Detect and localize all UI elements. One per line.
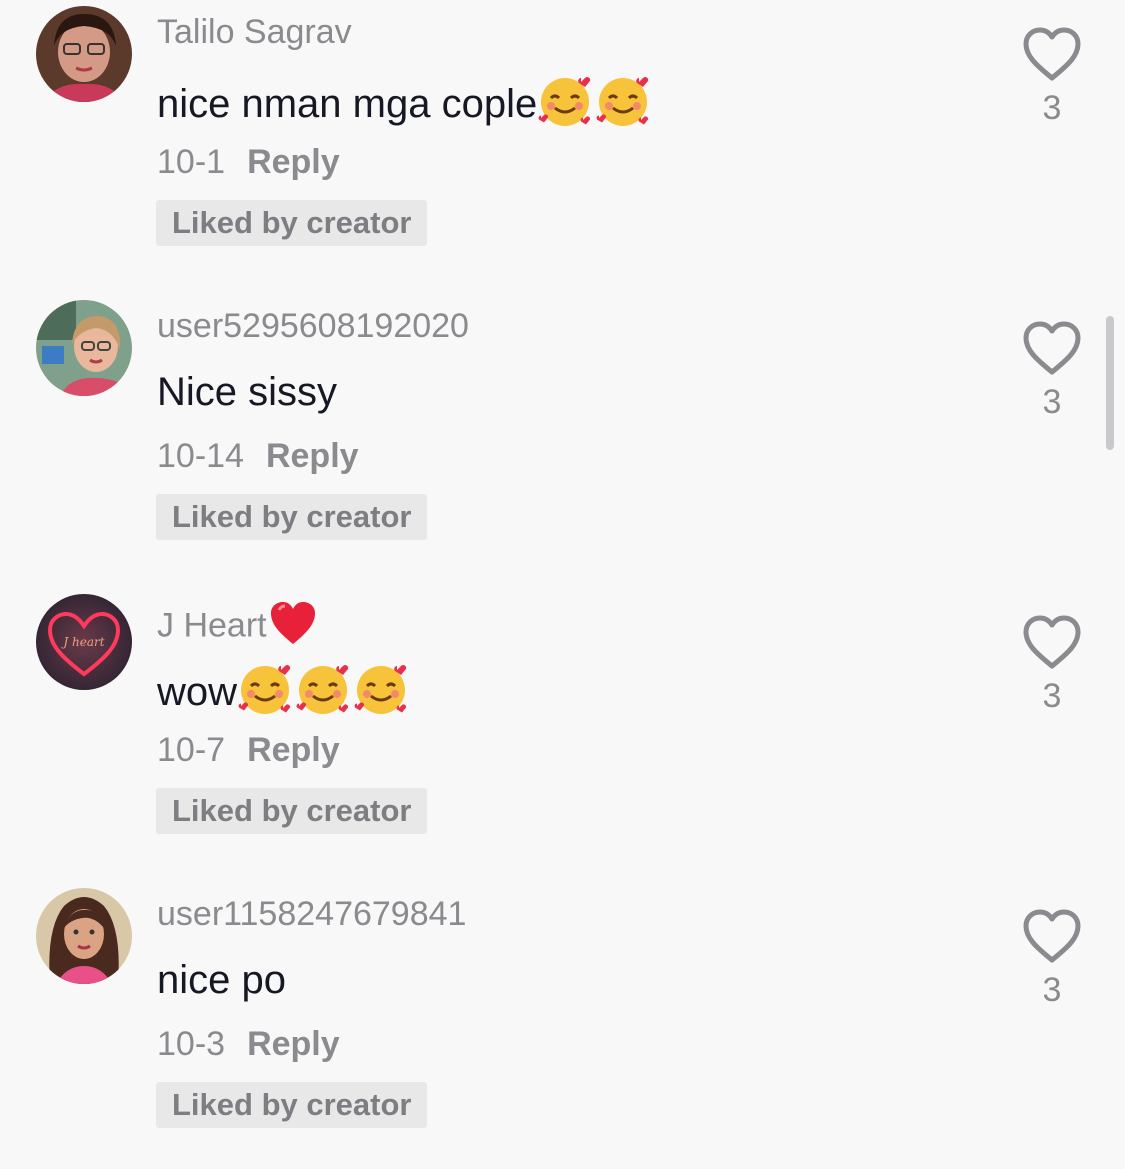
scrollbar[interactable] xyxy=(1106,316,1114,450)
like-count: 3 xyxy=(1042,677,1062,715)
like-button[interactable] xyxy=(1022,614,1082,670)
like-button[interactable] xyxy=(1022,320,1082,376)
comment-meta: 10-7 Reply xyxy=(157,730,340,770)
smiling-face-with-hearts-emoji xyxy=(295,662,353,727)
like-button[interactable] xyxy=(1022,908,1082,964)
avatar-image xyxy=(36,300,132,396)
reply-button[interactable]: Reply xyxy=(266,437,359,475)
comment-list: Talilo Sagrav nice nman mga cople 10-1 Re… xyxy=(0,0,1125,1169)
like-count: 3 xyxy=(1042,971,1062,1009)
comment-text: Nice sissy xyxy=(157,370,338,414)
comment-date: 10-3 xyxy=(157,1025,226,1063)
avatar[interactable] xyxy=(36,888,132,984)
liked-by-creator-badge: Liked by creator xyxy=(156,494,428,540)
comment-date: 10-14 xyxy=(157,437,244,475)
comment-date: 10-7 xyxy=(157,731,226,769)
comment-item: user1158247679841 nice po 10-3 Reply Like… xyxy=(0,882,1125,1169)
comment-item: Talilo Sagrav nice nman mga cople 10-1 Re… xyxy=(0,0,1125,294)
heart-outline-icon xyxy=(1023,321,1081,375)
liked-by-creator-badge: Liked by creator xyxy=(156,200,428,246)
reply-button[interactable]: Reply xyxy=(247,1025,340,1063)
smiling-face-with-hearts-emoji xyxy=(595,74,653,139)
comment-meta: 10-1 Reply xyxy=(157,142,340,182)
heart-outline-icon xyxy=(1023,615,1081,669)
heart-outline-icon xyxy=(1023,27,1081,81)
red-heart-emoji xyxy=(269,600,317,655)
comment-text: wow xyxy=(157,662,411,727)
liked-by-creator-badge: Liked by creator xyxy=(156,1082,428,1128)
comment-meta: 10-14 Reply xyxy=(157,436,359,476)
comment-username[interactable]: Talilo Sagrav xyxy=(157,12,352,52)
avatar-logo-text: J heart xyxy=(60,635,104,649)
reply-button[interactable]: Reply xyxy=(247,731,340,769)
heart-outline-icon xyxy=(1023,909,1081,963)
comment-text: nice po xyxy=(157,958,286,1002)
comment-item: J heart J Heart wow 10-7 Reply Liked by c… xyxy=(0,588,1125,882)
like-count: 3 xyxy=(1042,89,1062,127)
avatar-image xyxy=(36,6,132,102)
avatar-image: J heart xyxy=(36,594,132,690)
comment-date: 10-1 xyxy=(157,143,226,181)
avatar[interactable]: J heart xyxy=(36,594,132,690)
comment-username[interactable]: user1158247679841 xyxy=(157,894,466,934)
liked-by-creator-badge: Liked by creator xyxy=(156,788,428,834)
comment-meta: 10-3 Reply xyxy=(157,1024,340,1064)
comment-text: nice nman mga cople xyxy=(157,74,653,139)
like-count: 3 xyxy=(1042,383,1062,421)
avatar-image xyxy=(36,888,132,984)
comment-item: user5295608192020 Nice sissy 10-14 Reply … xyxy=(0,294,1125,588)
comment-username[interactable]: J Heart xyxy=(157,600,317,655)
like-button[interactable] xyxy=(1022,26,1082,82)
avatar[interactable] xyxy=(36,6,132,102)
reply-button[interactable]: Reply xyxy=(247,143,340,181)
smiling-face-with-hearts-emoji xyxy=(237,662,295,727)
comment-username[interactable]: user5295608192020 xyxy=(157,306,469,346)
smiling-face-with-hearts-emoji xyxy=(537,74,595,139)
avatar[interactable] xyxy=(36,300,132,396)
smiling-face-with-hearts-emoji xyxy=(353,662,411,727)
